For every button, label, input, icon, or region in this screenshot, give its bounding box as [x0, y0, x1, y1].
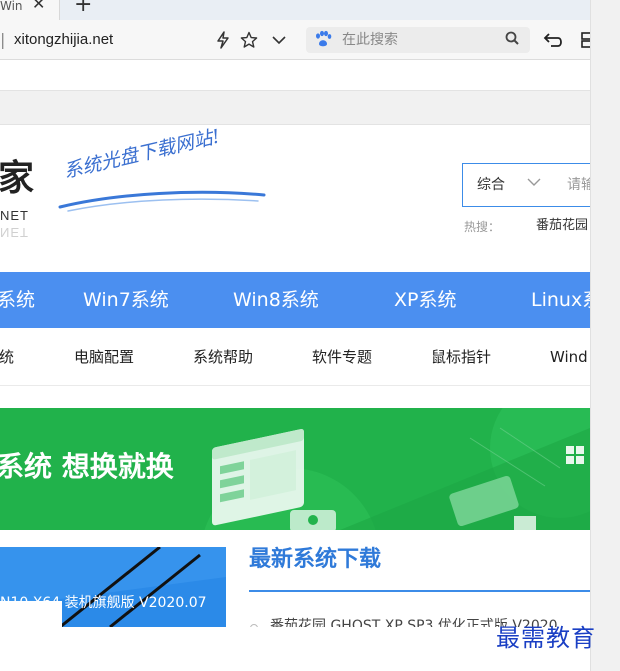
site-search-box[interactable]: 综合 请输	[462, 163, 602, 207]
hot-search-label: 热搜：	[464, 220, 501, 234]
search-input[interactable]: 在此搜索	[306, 27, 530, 53]
tab-title: Win	[0, 0, 23, 13]
nav-item-win7[interactable]: Win7系统	[83, 288, 169, 312]
subnav-item-windows[interactable]: Wind	[550, 348, 588, 366]
site-header: 家 NET NET 系统光盘下载网站! 综合 请输 热搜： 番茄花园	[0, 125, 602, 270]
back-icon[interactable]	[543, 29, 565, 51]
tab-strip: Win ✕ +	[0, 0, 590, 20]
watermark-text: 最需教育	[496, 624, 596, 652]
subnav-item-help[interactable]: 系统帮助	[193, 348, 253, 366]
lightning-icon[interactable]	[212, 29, 234, 51]
nav-item-xp[interactable]: XP系统	[394, 288, 456, 312]
browser-tab[interactable]: Win ✕	[0, 0, 60, 20]
thumbnail-image	[0, 547, 226, 627]
hot-search-link[interactable]: 番茄花园	[536, 218, 588, 234]
browser-window: Win ✕ + | xitongzhijia.net 在此搜索 家 NET NE…	[0, 0, 620, 671]
nav-item-win8[interactable]: Win8系统	[233, 288, 319, 312]
site-topbar	[0, 91, 590, 125]
main-nav: 系统 Win7系统 Win8系统 XP系统 Linux系	[0, 272, 601, 328]
subnav-item-pc-config[interactable]: 电脑配置	[74, 348, 134, 366]
promo-banner[interactable]: 系统 想换就换	[0, 408, 590, 530]
address-toolbar: | xitongzhijia.net 在此搜索	[0, 20, 593, 60]
address-separator: |	[0, 30, 6, 49]
chevron-down-icon[interactable]	[268, 29, 290, 51]
banner-headline: 系统 想换就换	[0, 450, 174, 483]
featured-thumbnail[interactable]: N10 X64 装机旗舰版 V2020.07	[0, 547, 226, 627]
section-divider	[249, 590, 590, 592]
close-icon[interactable]: ✕	[32, 0, 45, 12]
bookmarks-bar	[0, 61, 590, 91]
url-field[interactable]: xitongzhijia.net	[14, 30, 113, 50]
slogan-swoosh	[58, 190, 266, 212]
search-icon[interactable]	[504, 30, 520, 51]
subnav-item-software[interactable]: 软件专题	[312, 348, 372, 366]
chevron-down-icon[interactable]	[527, 174, 541, 192]
nav-item-system[interactable]: 系统	[0, 288, 35, 312]
star-icon[interactable]	[238, 29, 260, 51]
search-placeholder: 在此搜索	[342, 32, 398, 48]
new-tab-button[interactable]: +	[74, 0, 92, 16]
subnav-item-cursor[interactable]: 鼠标指针	[431, 348, 491, 366]
latest-downloads-title: 最新系统下载	[249, 547, 382, 572]
search-type-select[interactable]: 综合	[477, 176, 505, 194]
scrollbar[interactable]	[590, 0, 620, 671]
subnav-item-system[interactable]: 统	[0, 348, 14, 366]
site-logo-reflection: NET	[0, 225, 29, 240]
thumbnail-caption: N10 X64 装机旗舰版 V2020.07	[0, 595, 207, 611]
sub-nav: 统 电脑配置 系统帮助 软件专题 鼠标指针 Wind	[0, 328, 590, 386]
site-logo[interactable]: 家	[0, 159, 34, 199]
paw-icon	[314, 30, 332, 53]
site-logo-sub: NET	[0, 208, 29, 223]
